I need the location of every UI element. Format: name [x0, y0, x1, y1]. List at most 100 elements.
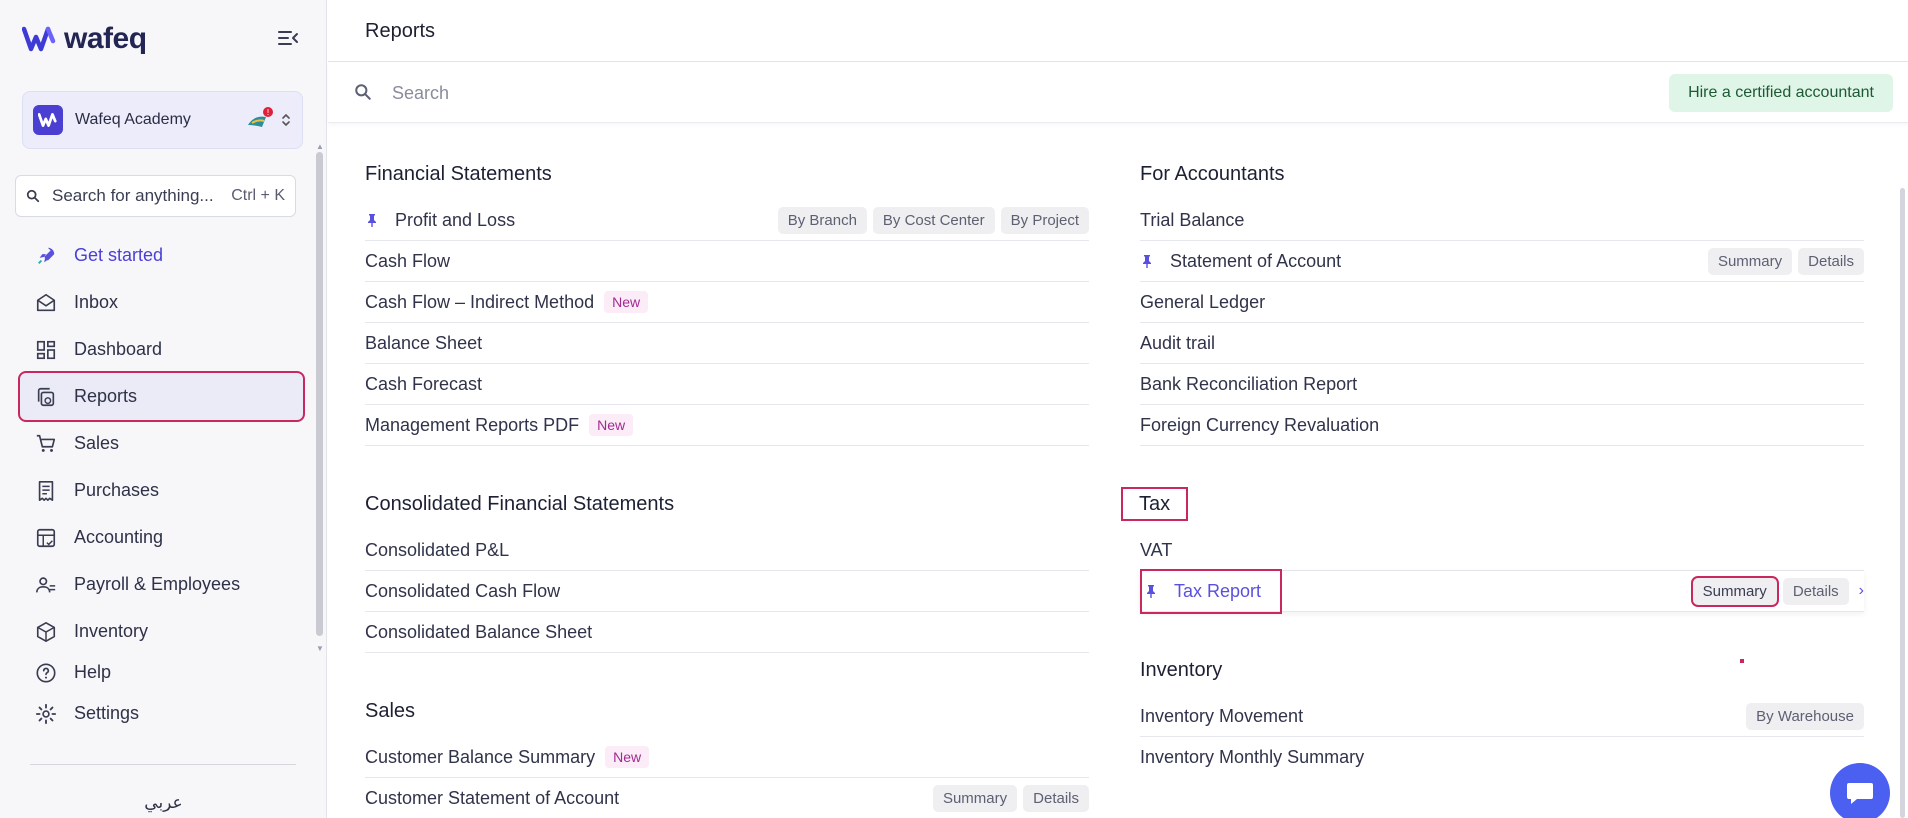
hire-accountant-button[interactable]: Hire a certified accountant: [1669, 74, 1893, 112]
sidebar-item-label: Help: [74, 662, 112, 682]
report-link[interactable]: Customer Statement of Account: [365, 788, 619, 809]
report-row[interactable]: General Ledger: [1140, 282, 1864, 323]
report-link[interactable]: Statement of Account: [1170, 251, 1341, 272]
report-link[interactable]: Trial Balance: [1140, 210, 1244, 231]
scroll-up-arrow[interactable]: ▲: [316, 142, 324, 151]
sidebar-item-label: Accounting: [74, 527, 164, 547]
report-row[interactable]: Management Reports PDF New: [365, 405, 1089, 446]
pin-icon[interactable]: [1140, 254, 1154, 268]
new-badge: New: [589, 414, 634, 436]
sidebar-item-label: Get started: [74, 245, 164, 265]
variant-tag[interactable]: Summary: [1707, 247, 1793, 275]
report-link[interactable]: Audit trail: [1140, 333, 1215, 354]
report-row[interactable]: Foreign Currency Revaluation: [1140, 405, 1864, 446]
report-link[interactable]: General Ledger: [1140, 292, 1265, 313]
chevron-right-icon[interactable]: ›: [1859, 582, 1864, 600]
sidebar-divider: [30, 764, 296, 765]
chat-support-button[interactable]: [1830, 763, 1890, 818]
report-row[interactable]: Profit and Loss By Branch By Cost Center…: [365, 200, 1089, 241]
language-toggle[interactable]: عربي: [0, 793, 327, 813]
variant-tag[interactable]: Details: [1023, 784, 1089, 812]
report-link[interactable]: Foreign Currency Revaluation: [1140, 415, 1379, 436]
report-row[interactable]: Inventory Movement By Warehouse: [1140, 696, 1864, 737]
sidebar-item-accounting[interactable]: Accounting: [20, 514, 303, 561]
report-row[interactable]: Customer Balance Summary New: [365, 737, 1089, 778]
report-link[interactable]: VAT: [1140, 540, 1172, 561]
sidebar-item-inventory[interactable]: Inventory: [20, 608, 303, 655]
variant-tag[interactable]: By Cost Center: [872, 206, 995, 234]
report-row[interactable]: Balance Sheet: [365, 323, 1089, 364]
report-link[interactable]: Management Reports PDF: [365, 415, 579, 436]
report-link[interactable]: Inventory Movement: [1140, 706, 1303, 727]
sidebar-item-get-started[interactable]: Get started: [20, 232, 303, 279]
sidebar-item-help[interactable]: Help: [20, 655, 303, 690]
sidebar-item-settings[interactable]: Settings: [20, 690, 303, 737]
search-icon: [26, 189, 40, 203]
brand-logo[interactable]: wafeq: [22, 22, 147, 56]
sidebar-item-dashboard[interactable]: Dashboard: [20, 326, 303, 373]
chevron-updown-icon: [282, 113, 290, 127]
variant-tag[interactable]: Details: [1782, 577, 1849, 605]
variant-tag[interactable]: Summary: [932, 784, 1018, 812]
pin-icon[interactable]: [365, 213, 379, 227]
organization-switcher[interactable]: Wafeq Academy !: [22, 91, 303, 149]
report-link[interactable]: Profit and Loss: [395, 210, 515, 231]
report-link[interactable]: Consolidated P&L: [365, 540, 509, 561]
report-link[interactable]: Cash Flow – Indirect Method: [365, 292, 594, 313]
sidebar-item-reports[interactable]: Reports: [18, 371, 305, 422]
report-search-input[interactable]: Search: [392, 83, 449, 104]
collapse-sidebar-button[interactable]: [274, 26, 302, 50]
rocket-icon: [35, 245, 57, 267]
report-row[interactable]: Cash Flow: [365, 241, 1089, 282]
report-link[interactable]: Customer Balance Summary: [365, 747, 595, 768]
tax-section: Tax VAT Tax Report Summary Details ›: [1120, 478, 1864, 614]
report-row[interactable]: Cash Forecast: [365, 364, 1089, 405]
reports-icon: [35, 386, 57, 408]
report-row[interactable]: Statement of Account Summary Details: [1140, 241, 1864, 282]
report-row[interactable]: Inventory Monthly Summary: [1140, 737, 1864, 778]
pin-icon[interactable]: [1144, 584, 1158, 598]
report-variants: By Branch By Cost Center By Project: [777, 206, 1089, 234]
report-link[interactable]: Bank Reconciliation Report: [1140, 374, 1357, 395]
report-row[interactable]: VAT: [1140, 530, 1864, 571]
notification-icon[interactable]: !: [244, 105, 274, 135]
report-row[interactable]: Trial Balance: [1140, 200, 1864, 241]
report-link[interactable]: Consolidated Cash Flow: [365, 581, 560, 602]
variant-tag[interactable]: Details: [1798, 247, 1864, 275]
highlight-dot: [1740, 659, 1744, 663]
new-badge: New: [605, 746, 650, 768]
sidebar-item-inbox[interactable]: Inbox: [20, 279, 303, 326]
section-title: Sales: [365, 700, 416, 722]
report-row-hovered[interactable]: Tax Report Summary Details ›: [1140, 569, 1864, 614]
main-scrollbar[interactable]: [1900, 188, 1905, 818]
report-link[interactable]: Consolidated Balance Sheet: [365, 622, 592, 643]
report-row[interactable]: Bank Reconciliation Report: [1140, 364, 1864, 405]
report-link[interactable]: Cash Flow: [365, 251, 450, 272]
report-variants: Summary Details: [932, 784, 1089, 812]
scroll-down-arrow[interactable]: ▼: [316, 644, 324, 653]
report-row[interactable]: Consolidated Cash Flow: [365, 571, 1089, 612]
variant-tag[interactable]: By Warehouse: [1746, 702, 1864, 730]
report-row[interactable]: Consolidated P&L: [365, 530, 1089, 571]
collapse-menu-icon: [278, 31, 298, 45]
variant-tag[interactable]: By Project: [1000, 206, 1089, 234]
inbox-icon: [35, 292, 57, 314]
report-link[interactable]: Balance Sheet: [365, 333, 482, 354]
sidebar-item-purchases[interactable]: Purchases: [20, 467, 303, 514]
report-variants: Summary Details: [1707, 247, 1864, 275]
report-row[interactable]: Consolidated Balance Sheet: [365, 612, 1089, 653]
report-link[interactable]: Tax Report: [1174, 581, 1261, 602]
report-link[interactable]: Cash Forecast: [365, 374, 482, 395]
report-row[interactable]: Cash Flow – Indirect Method New: [365, 282, 1089, 323]
variant-tag-summary[interactable]: Summary: [1690, 575, 1779, 607]
global-search-input[interactable]: Search for anything... Ctrl + K: [15, 175, 296, 217]
sidebar-scrollbar[interactable]: [316, 152, 323, 636]
sidebar-nav: Get started Inbox Dashboard Reports Sale…: [18, 232, 305, 737]
variant-tag[interactable]: By Branch: [777, 206, 867, 234]
report-link[interactable]: Inventory Monthly Summary: [1140, 747, 1364, 768]
report-row[interactable]: Audit trail: [1140, 323, 1864, 364]
report-row[interactable]: Customer Statement of Account Summary De…: [365, 778, 1089, 818]
sidebar-item-payroll[interactable]: Payroll & Employees: [20, 561, 303, 608]
sidebar-item-sales[interactable]: Sales: [20, 420, 303, 467]
tax-title: Tax: [1120, 487, 1189, 521]
